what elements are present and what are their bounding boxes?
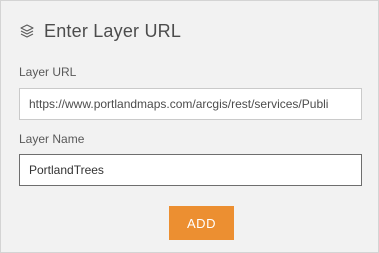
layers-icon: [19, 23, 35, 39]
layer-url-label: Layer URL: [19, 65, 77, 79]
panel-header: Enter Layer URL: [19, 21, 181, 41]
add-button[interactable]: ADD: [169, 206, 234, 240]
layer-name-label: Layer Name: [19, 132, 85, 146]
layer-name-input[interactable]: [19, 154, 362, 186]
layer-url-input[interactable]: [19, 88, 362, 120]
panel-title: Enter Layer URL: [44, 20, 182, 41]
add-layer-panel: Enter Layer URL Layer URL Layer Name ADD: [0, 0, 379, 253]
